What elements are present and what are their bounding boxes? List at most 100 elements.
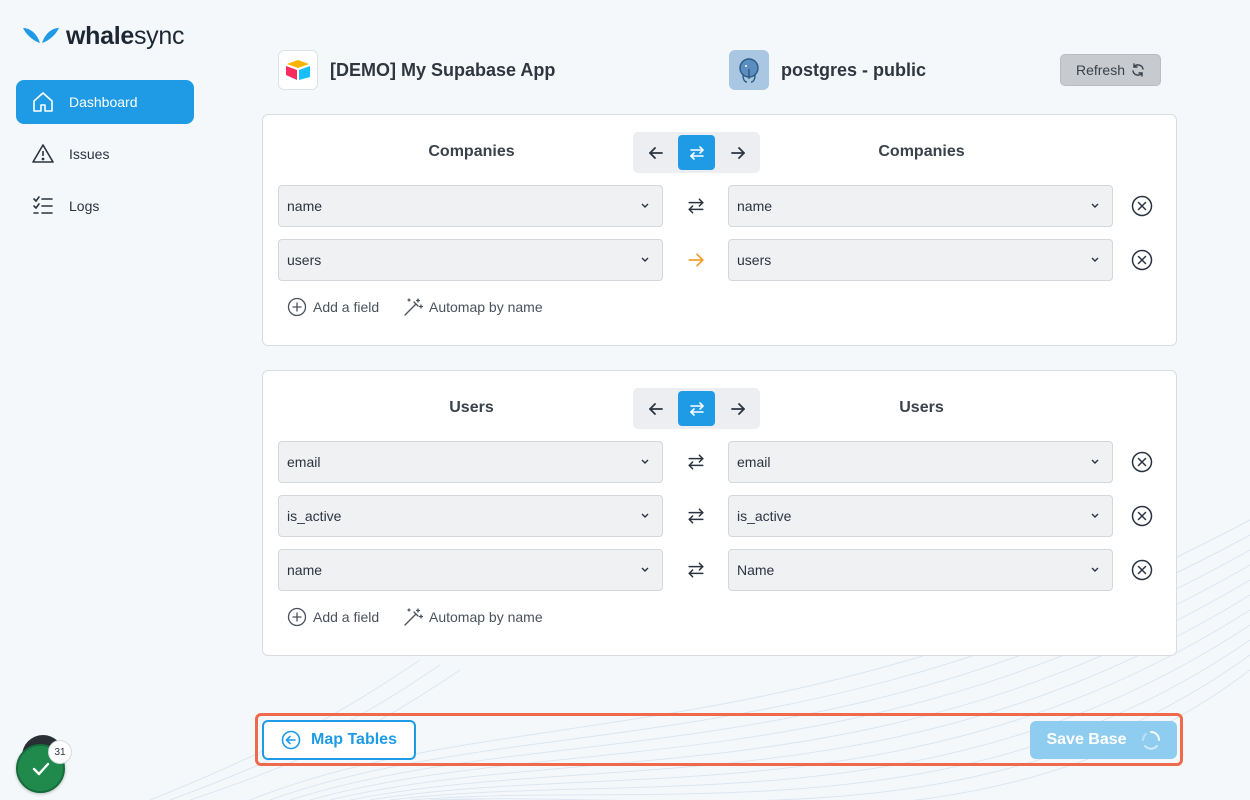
chevron-down-icon	[641, 203, 649, 208]
sync-two-way-button[interactable]	[678, 135, 715, 170]
home-icon	[33, 92, 53, 112]
field-mapping-row: is_active is_active	[263, 495, 1176, 549]
arrow-left-icon	[648, 402, 663, 415]
right-field-select[interactable]: is_active	[728, 495, 1113, 537]
save-base-label: Save Base	[1046, 731, 1127, 748]
right-table-name: Users	[899, 399, 944, 416]
left-field-select[interactable]: is_active	[278, 495, 663, 537]
two-way-arrows-icon	[689, 145, 704, 160]
add-field-button[interactable]: Add a field	[287, 297, 379, 317]
left-field-select[interactable]: users	[278, 239, 663, 281]
left-app-name: [DEMO] My Supabase App	[330, 59, 556, 80]
add-field-label: Add a field	[313, 609, 380, 625]
left-field-select[interactable]: name	[278, 549, 663, 591]
sidebar-item-issues[interactable]: Issues	[16, 132, 194, 176]
automap-button[interactable]: Automap by name	[403, 297, 543, 317]
list-check-icon	[33, 196, 53, 214]
left-table-name: Users	[449, 399, 494, 416]
field-mapping-row: name Name	[263, 549, 1176, 603]
left-field-select[interactable]: email	[278, 441, 663, 483]
field-mapping-row: email email	[263, 441, 1176, 495]
chevron-down-icon	[1091, 459, 1099, 464]
brand-name: whalesync	[66, 21, 185, 50]
warning-icon	[32, 144, 54, 163]
right-app-name: postgres - public	[781, 59, 927, 80]
left-field-value: name	[287, 198, 323, 214]
checkmark-icon	[32, 762, 49, 775]
left-table-name: Companies	[428, 143, 515, 160]
field-mapping-row: users users	[263, 239, 1176, 293]
sync-left-button[interactable]	[637, 391, 674, 426]
plus-circle-icon	[287, 607, 307, 627]
left-field-value: is_active	[287, 508, 342, 524]
chevron-down-icon	[641, 567, 649, 572]
remove-field-icon[interactable]	[1130, 194, 1154, 218]
left-field-value: name	[287, 562, 323, 578]
footer-action-bar: Map Tables Save Base	[255, 713, 1183, 766]
left-field-select[interactable]: name	[278, 185, 663, 227]
map-tables-button[interactable]: Map Tables	[262, 720, 416, 760]
left-app-header: [DEMO] My Supabase App	[278, 50, 555, 90]
plus-circle-icon	[287, 297, 307, 317]
right-app-header: postgres - public	[729, 50, 926, 90]
right-field-select[interactable]: name	[728, 185, 1113, 227]
left-field-value: users	[287, 252, 322, 268]
right-field-value: name	[737, 198, 773, 214]
chevron-down-icon	[641, 459, 649, 464]
chevron-down-icon	[1091, 513, 1099, 518]
sidebar-item-label: Dashboard	[69, 94, 138, 110]
airtable-logo-icon	[278, 50, 318, 90]
magic-wand-icon	[404, 608, 423, 626]
left-field-value: email	[287, 454, 321, 470]
add-field-label: Add a field	[313, 299, 380, 315]
chevron-down-icon	[641, 513, 649, 518]
save-base-button[interactable]: Save Base	[1030, 721, 1177, 759]
chevron-down-icon	[1091, 257, 1099, 262]
refresh-button[interactable]: Refresh	[1060, 54, 1161, 86]
sidebar-item-label: Logs	[69, 198, 100, 214]
two-way-arrows-icon	[688, 198, 704, 214]
right-table-name: Companies	[878, 143, 965, 160]
field-mapping-row: name name	[263, 185, 1176, 239]
add-field-button[interactable]: Add a field	[287, 607, 379, 627]
remove-field-icon[interactable]	[1130, 504, 1154, 528]
one-way-arrow-icon	[688, 253, 704, 267]
arrow-left-circle-icon	[281, 730, 301, 750]
right-field-value: users	[737, 252, 772, 268]
refresh-label: Refresh	[1075, 62, 1126, 78]
right-field-value: email	[737, 454, 771, 470]
right-field-value: is_active	[737, 508, 792, 524]
remove-field-icon[interactable]	[1130, 450, 1154, 474]
chevron-down-icon	[1091, 567, 1099, 572]
automap-label: Automap by name	[429, 609, 543, 625]
table-mapping-card-companies: Companies Companies name name users user…	[262, 114, 1177, 346]
whale-tail-icon	[23, 28, 59, 43]
right-field-select[interactable]: users	[728, 239, 1113, 281]
remove-field-icon[interactable]	[1130, 558, 1154, 582]
whalesync-logo[interactable]: whalesync	[22, 20, 185, 52]
automap-button[interactable]: Automap by name	[403, 607, 543, 627]
magic-wand-icon	[404, 298, 423, 316]
sidebar-item-dashboard[interactable]: Dashboard	[16, 80, 194, 124]
refresh-icon	[1132, 63, 1144, 77]
arrow-left-icon	[648, 146, 663, 159]
sidebar-item-label: Issues	[69, 146, 110, 162]
postgres-elephant-icon	[729, 50, 769, 90]
sync-two-way-button[interactable]	[678, 391, 715, 426]
right-field-value: Name	[737, 562, 775, 578]
map-tables-label: Map Tables	[311, 731, 397, 748]
two-way-arrows-icon	[688, 562, 704, 578]
notification-count-badge: 31	[48, 740, 72, 764]
two-way-arrows-icon	[688, 454, 704, 470]
right-field-select[interactable]: Name	[728, 549, 1113, 591]
automap-label: Automap by name	[429, 299, 543, 315]
remove-field-icon[interactable]	[1130, 248, 1154, 272]
chevron-down-icon	[1091, 203, 1099, 208]
sidebar-nav: Dashboard Issues Logs	[16, 80, 194, 236]
two-way-arrows-icon	[689, 401, 704, 416]
right-field-select[interactable]: email	[728, 441, 1113, 483]
sync-left-button[interactable]	[637, 135, 674, 170]
table-mapping-card-users: Users Users email email is_active is_act…	[262, 370, 1177, 656]
sidebar-item-logs[interactable]: Logs	[16, 184, 194, 228]
loading-spinner-icon	[1141, 731, 1160, 750]
